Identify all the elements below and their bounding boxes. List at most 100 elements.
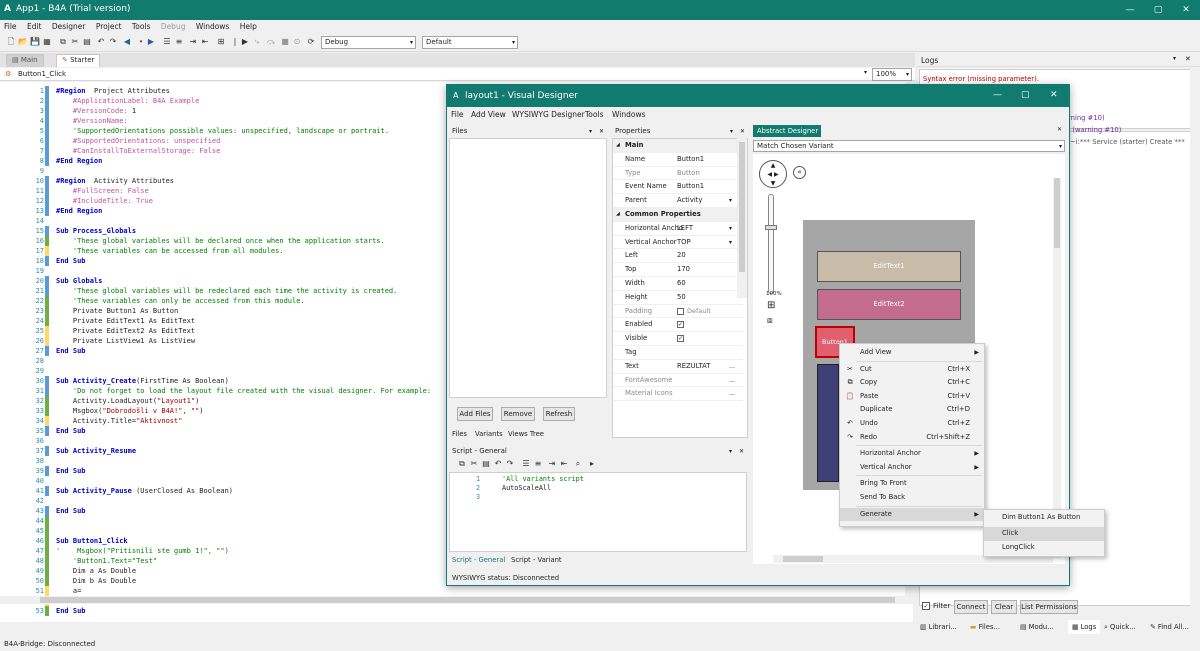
tab-script-variant[interactable]: Script - Variant [511, 556, 562, 564]
tab-files-pane[interactable]: Files [452, 430, 467, 438]
ellipsis-icon[interactable]: … [729, 360, 735, 374]
run-icon[interactable]: ▶ [240, 37, 250, 47]
clear-button[interactable]: Clear [991, 600, 1017, 614]
property-value[interactable]: LEFT [677, 222, 693, 236]
designer-menu-file[interactable]: File [451, 110, 464, 119]
pan-control[interactable]: ▲ ◀ ▶ ▼ [759, 160, 787, 188]
menu-debug[interactable]: Debug [157, 20, 190, 33]
property-value[interactable]: 50 [677, 291, 686, 305]
menu-tools[interactable]: Tools [128, 20, 154, 33]
property-row[interactable]: Enabled ✓ [613, 318, 743, 333]
redo-icon[interactable]: ↷ [108, 37, 118, 47]
tab-libraries[interactable]: ▥ Librari... [920, 620, 957, 634]
submenu-dim-button[interactable]: Dim Button1 As Button [984, 511, 1104, 525]
screenshot-icon[interactable]: ⧈ [767, 316, 773, 326]
collapse-arrow-icon[interactable]: ◢ [616, 208, 620, 222]
menu-help[interactable]: Help [236, 20, 261, 33]
script-line[interactable]: 3 [450, 493, 740, 502]
tab-script-general[interactable]: Script - General [452, 556, 505, 564]
step-icon[interactable]: ⤷ [252, 37, 262, 47]
comment-icon[interactable]: ☰ [162, 37, 172, 47]
property-value[interactable]: 60 [677, 277, 686, 291]
listview1-view[interactable] [817, 364, 839, 482]
menu-project[interactable]: Project [92, 20, 126, 33]
canvas-vscroll-thumb[interactable] [1054, 178, 1060, 248]
tab-views-tree[interactable]: Views Tree [508, 430, 544, 438]
cut-icon[interactable]: ✂ [469, 459, 479, 469]
maximize-button[interactable]: ▢ [1021, 90, 1030, 100]
editor-hscrollbar[interactable] [0, 596, 915, 604]
edittext1-view[interactable]: EditText1 [817, 251, 961, 282]
context-item-copy[interactable]: ⧉ Copy Ctrl+C [840, 376, 984, 390]
ellipsis-icon[interactable]: … [729, 374, 735, 388]
menu-edit[interactable]: Edit [23, 20, 46, 33]
play-icon[interactable]: ▸ [587, 459, 597, 469]
submenu-longclick[interactable]: LongClick [984, 541, 1104, 555]
context-item-paste[interactable]: 📋 Paste Ctrl+V [840, 390, 984, 404]
property-value[interactable]: 20 [677, 249, 686, 263]
config-select[interactable]: Default ▾ [422, 36, 518, 49]
context-item-bring-to-front[interactable]: Bring To Front [840, 477, 984, 491]
chevron-down-icon[interactable]: ▾ [729, 194, 732, 208]
property-value[interactable]: REZULTAT [677, 360, 710, 374]
stop-icon[interactable]: ■ [280, 37, 290, 47]
chevron-down-icon[interactable]: ▾ [729, 446, 732, 457]
forward-icon[interactable]: ▶ [146, 37, 156, 47]
property-value[interactable]: ✓ [678, 318, 683, 332]
close-icon[interactable]: ✕ [739, 446, 744, 457]
chevron-down-icon[interactable]: ▾ [729, 222, 732, 236]
context-item-vertical-anchor[interactable]: Vertical Anchor ▶ [840, 461, 984, 475]
property-row[interactable]: Parent Activity ▾ [613, 194, 743, 208]
tab-find-all[interactable]: ✎ Find All... [1150, 620, 1189, 634]
chevron-down-icon[interactable]: ▾ [730, 126, 733, 137]
zoom-slider-thumb[interactable] [765, 225, 777, 230]
property-row[interactable]: Horizontal Ancho LEFT ▾ [613, 222, 743, 236]
property-row[interactable]: Visible ✓ [613, 332, 743, 346]
canvas-hscroll-thumb[interactable] [783, 556, 823, 562]
save-all-icon[interactable]: ▦ [42, 37, 52, 47]
tab-files[interactable]: ▬ Files... [970, 620, 1000, 634]
menu-windows[interactable]: Windows [192, 20, 233, 33]
chevron-down-icon[interactable]: ▾ [136, 37, 146, 47]
copy-icon[interactable]: ⧉ [457, 459, 467, 469]
outdent-icon[interactable]: ⇤ [559, 459, 569, 469]
open-icon[interactable]: 📂 [18, 37, 28, 47]
tab-abstract-designer[interactable]: Abstract Designer [753, 125, 821, 137]
refresh-button[interactable]: Refresh [543, 407, 575, 421]
close-icon[interactable]: ✕ [599, 126, 604, 137]
chevron-down-icon[interactable]: ▾ [729, 236, 732, 250]
chevron-down-icon[interactable]: ▾ [864, 69, 867, 76]
property-row[interactable]: Material Icons… [613, 387, 743, 402]
paste-icon[interactable]: ▤ [481, 459, 491, 469]
designer-menu-windows[interactable]: Windows [612, 110, 645, 119]
maximize-button[interactable]: ▢ [1144, 2, 1172, 18]
designer-menu-wysiwyg[interactable]: WYSIWYG Designer [512, 110, 585, 119]
collapse-arrow-icon[interactable]: ◢ [616, 139, 620, 153]
property-value[interactable]: Button1 [677, 180, 704, 194]
context-item-redo[interactable]: ↷ Redo Ctrl+Shift+Z [840, 431, 984, 445]
editor-hscroll-thumb[interactable] [40, 597, 895, 603]
context-item-cut[interactable]: ✂ Cut Ctrl+X [840, 363, 984, 377]
add-files-button[interactable]: Add Files [457, 407, 493, 421]
property-row[interactable]: Event Name Button1 [613, 180, 743, 195]
tab-starter[interactable]: ✎ Starter [56, 54, 101, 67]
property-row[interactable]: Left 20 [613, 249, 743, 264]
designer-menu-add-view[interactable]: Add View [471, 110, 506, 119]
sub-dropdown[interactable]: Button1_Click [18, 70, 66, 78]
tab-main[interactable]: ▤ Main [6, 54, 44, 67]
property-row[interactable]: Tag [613, 346, 743, 360]
close-icon[interactable]: ✕ [1185, 55, 1191, 63]
variant-select[interactable]: Match Chosen Variant ▾ [753, 140, 1065, 152]
build-mode-select[interactable]: Debug ▾ [321, 36, 416, 49]
property-row[interactable]: Top 170 [613, 263, 743, 277]
uncomment-icon[interactable]: ≡ [533, 459, 543, 469]
properties-grid[interactable]: ◢ Main Name Button1 Type Button Event Name Butt… [612, 138, 748, 438]
tab-quick-search[interactable]: ⌕ Quick... [1104, 620, 1136, 634]
script-line[interactable]: 2 AutoScaleAll [450, 484, 740, 493]
property-value[interactable]: ✓ [678, 332, 683, 346]
designer-menu-tools[interactable]: Tools [585, 110, 603, 119]
context-item-horizontal-anchor[interactable]: Horizontal Anchor ▶ [840, 447, 984, 461]
chevron-down-icon[interactable]: ▾ [589, 126, 592, 137]
ellipsis-icon[interactable]: … [729, 387, 735, 401]
property-value[interactable]: Activity [677, 194, 702, 208]
